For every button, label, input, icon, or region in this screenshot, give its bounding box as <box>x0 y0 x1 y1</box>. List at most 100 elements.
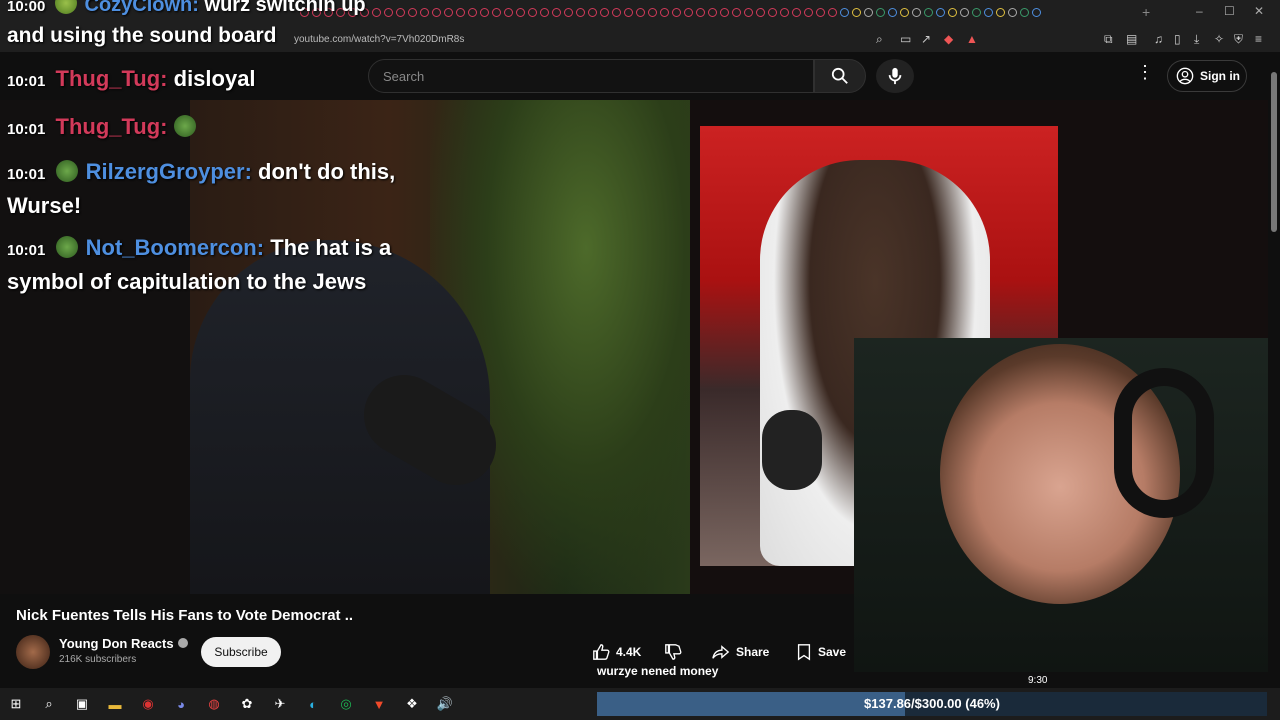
like-button[interactable]: 4.4K <box>592 637 641 667</box>
pinned-tab-icon[interactable] <box>420 8 429 17</box>
download-icon[interactable]: ⤓ <box>1194 32 1199 47</box>
pinned-tab-icon[interactable] <box>684 8 693 17</box>
share-icon[interactable]: ↗ <box>921 32 931 46</box>
pinned-tab-icon[interactable] <box>672 8 681 17</box>
maximize-button[interactable]: ☐ <box>1224 4 1235 18</box>
pinned-tab-icon[interactable] <box>828 8 837 17</box>
pinned-tab-icon[interactable] <box>840 8 849 17</box>
pinned-tab-icon[interactable] <box>864 8 873 17</box>
pinned-tab-icon[interactable] <box>504 8 513 17</box>
leo-icon[interactable]: ✧ <box>1214 32 1224 46</box>
sign-in-button[interactable]: Sign in <box>1167 60 1247 92</box>
pinned-tab-icon[interactable] <box>960 8 969 17</box>
pinned-tab-icon[interactable] <box>756 8 765 17</box>
pinned-tab-icon[interactable] <box>636 8 645 17</box>
spotify-icon[interactable]: ◎ <box>337 695 355 713</box>
pinned-tab-icon[interactable] <box>528 8 537 17</box>
windows-start-icon[interactable]: ⊞ <box>7 695 25 713</box>
pinned-tab-icon[interactable] <box>468 8 477 17</box>
pinned-tab-icon[interactable] <box>1020 8 1029 17</box>
pinned-tab-icon[interactable] <box>984 8 993 17</box>
new-tab-button[interactable]: + <box>1142 4 1150 20</box>
app2-icon[interactable]: ❖ <box>403 695 421 713</box>
pinned-tabs[interactable] <box>300 8 1041 17</box>
pinned-tab-icon[interactable] <box>744 8 753 17</box>
search-button[interactable] <box>814 59 866 93</box>
pinned-tab-icon[interactable] <box>708 8 717 17</box>
pinned-tab-icon[interactable] <box>924 8 933 17</box>
pinned-tab-icon[interactable] <box>792 8 801 17</box>
pinned-tab-icon[interactable] <box>564 8 573 17</box>
pinned-tab-icon[interactable] <box>732 8 741 17</box>
brave-shield-icon[interactable]: ◆ <box>944 32 953 46</box>
pinned-tab-icon[interactable] <box>396 8 405 17</box>
pinned-tab-icon[interactable] <box>648 8 657 17</box>
pinned-tab-icon[interactable] <box>432 8 441 17</box>
pinned-tab-icon[interactable] <box>1008 8 1017 17</box>
pinned-tab-icon[interactable] <box>696 8 705 17</box>
search-input[interactable]: Search <box>368 59 814 93</box>
pinned-tab-icon[interactable] <box>588 8 597 17</box>
search-icon[interactable]: ⌕ <box>40 695 58 713</box>
media-icon[interactable]: ♫ <box>1154 32 1163 46</box>
obs-icon[interactable]: ◉ <box>139 695 157 713</box>
pinned-tab-icon[interactable] <box>540 8 549 17</box>
pinned-tab-icon[interactable] <box>576 8 585 17</box>
share-button[interactable]: Share <box>712 637 769 667</box>
subscribe-button[interactable]: Subscribe <box>201 637 281 667</box>
settings-menu-icon[interactable]: ⋮ <box>1136 62 1154 83</box>
pinned-tab-icon[interactable] <box>612 8 621 17</box>
pinned-tab-icon[interactable] <box>888 8 897 17</box>
scrollbar-thumb[interactable] <box>1271 72 1277 232</box>
steam-icon[interactable]: ✈ <box>271 695 289 713</box>
pinned-tab-icon[interactable] <box>444 8 453 17</box>
reading-list-icon[interactable]: ▯ <box>1174 32 1181 46</box>
pinned-tab-icon[interactable] <box>912 8 921 17</box>
sidebar-icon[interactable]: ▤ <box>1126 32 1137 46</box>
edge-icon[interactable]: ◐ <box>304 695 322 713</box>
pinned-tab-icon[interactable] <box>816 8 825 17</box>
menu-icon[interactable]: ≡ <box>1255 32 1262 46</box>
extensions-icon[interactable]: ⧉ <box>1104 32 1113 47</box>
save-button[interactable]: Save <box>796 637 846 667</box>
zoom-icon[interactable]: ⌕ <box>876 32 883 47</box>
chrome-icon[interactable]: ◍ <box>205 695 223 713</box>
pinned-tab-icon[interactable] <box>408 8 417 17</box>
pinned-tab-icon[interactable] <box>720 8 729 17</box>
pinned-tab-icon[interactable] <box>624 8 633 17</box>
pinned-tab-icon[interactable] <box>780 8 789 17</box>
channel-avatar[interactable] <box>16 635 50 669</box>
pinned-tab-icon[interactable] <box>1032 8 1041 17</box>
volume-icon[interactable]: 🔊 <box>436 695 454 713</box>
pinned-tab-icon[interactable] <box>600 8 609 17</box>
brave-icon[interactable]: ▼ <box>370 695 388 713</box>
voice-search-button[interactable] <box>876 59 914 93</box>
cast-icon[interactable]: ▭ <box>900 32 911 46</box>
pinned-tab-icon[interactable] <box>768 8 777 17</box>
pinned-tab-icon[interactable] <box>552 8 561 17</box>
close-button[interactable]: ✕ <box>1254 4 1264 18</box>
pinned-tab-icon[interactable] <box>660 8 669 17</box>
pinned-tab-icon[interactable] <box>936 8 945 17</box>
pinned-tab-icon[interactable] <box>876 8 885 17</box>
pinned-tab-icon[interactable] <box>948 8 957 17</box>
pinned-tab-icon[interactable] <box>972 8 981 17</box>
task-view-icon[interactable]: ▣ <box>73 695 91 713</box>
pinned-tab-icon[interactable] <box>372 8 381 17</box>
channel-name[interactable]: Young Don Reacts <box>59 636 188 651</box>
discord-icon[interactable]: ◕ <box>172 695 190 713</box>
file-explorer-icon[interactable]: ▬ <box>106 695 124 713</box>
page-scrollbar[interactable] <box>1268 52 1280 688</box>
app-icon[interactable]: ✿ <box>238 695 256 713</box>
pinned-tab-icon[interactable] <box>996 8 1005 17</box>
pinned-tab-icon[interactable] <box>480 8 489 17</box>
dislike-button[interactable] <box>664 637 682 667</box>
minimize-button[interactable]: – <box>1196 4 1203 18</box>
pinned-tab-icon[interactable] <box>900 8 909 17</box>
pinned-tab-icon[interactable] <box>456 8 465 17</box>
pinned-tab-icon[interactable] <box>852 8 861 17</box>
pinned-tab-icon[interactable] <box>516 8 525 17</box>
pinned-tab-icon[interactable] <box>492 8 501 17</box>
pinned-tab-icon[interactable] <box>804 8 813 17</box>
brave-rewards-icon[interactable]: ▲ <box>966 32 978 46</box>
